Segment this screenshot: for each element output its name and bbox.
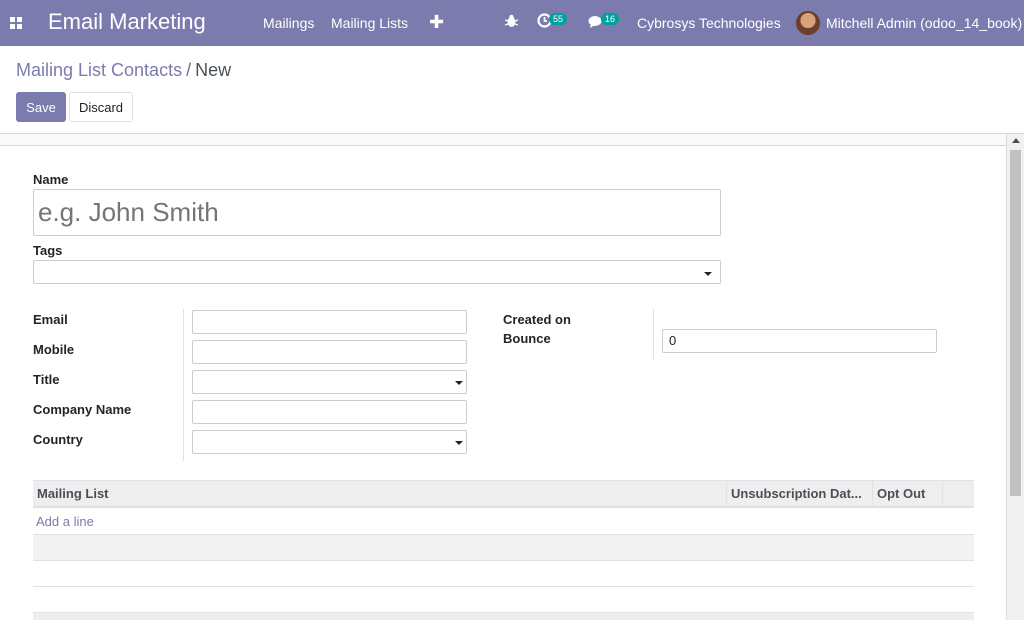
top-navbar: Email Marketing Mailings Mailing Lists ✚… — [0, 0, 1024, 46]
user-menu[interactable]: Mitchell Admin (odoo_14_book) — [826, 15, 1022, 31]
mobile-field[interactable] — [192, 340, 467, 364]
field-separator — [183, 309, 184, 461]
avatar[interactable] — [796, 11, 820, 35]
title-label: Title — [33, 372, 60, 387]
plus-icon[interactable]: ✚ — [429, 12, 444, 33]
email-field[interactable] — [192, 310, 467, 334]
company-name-field[interactable] — [192, 400, 467, 424]
discard-button[interactable]: Discard — [69, 92, 133, 122]
bounce-label: Bounce — [503, 331, 551, 346]
table-row — [33, 561, 974, 587]
chevron-down-icon[interactable] — [455, 441, 463, 445]
name-input[interactable] — [33, 189, 721, 236]
column-separator — [726, 481, 727, 507]
email-label: Email — [33, 312, 68, 327]
table-row — [33, 535, 974, 561]
menu-mailing-lists[interactable]: Mailing Lists — [331, 15, 408, 31]
mailing-list-table-header: Mailing List Unsubscription Dat... Opt O… — [33, 480, 974, 508]
country-select[interactable] — [192, 430, 467, 454]
scroll-thumb[interactable] — [1010, 150, 1021, 496]
menu-mailings[interactable]: Mailings — [263, 15, 314, 31]
column-opt-out[interactable]: Opt Out — [877, 486, 925, 501]
breadcrumb: Mailing List Contacts / New — [16, 60, 231, 81]
breadcrumb-separator: / — [186, 60, 192, 80]
breadcrumb-parent[interactable]: Mailing List Contacts — [16, 60, 182, 80]
message-badge: 16 — [601, 13, 620, 25]
breadcrumb-current: New — [195, 60, 232, 80]
column-unsubscription-date[interactable]: Unsubscription Dat... — [731, 486, 862, 501]
app-title[interactable]: Email Marketing — [48, 9, 206, 35]
mobile-label: Mobile — [33, 342, 75, 357]
chevron-down-icon[interactable] — [455, 381, 463, 385]
save-button[interactable]: Save — [16, 92, 66, 122]
bug-icon[interactable] — [505, 14, 518, 28]
column-separator — [872, 481, 873, 507]
table-row — [33, 587, 974, 613]
tags-label: Tags — [33, 243, 63, 258]
scrollbar[interactable] — [1006, 134, 1024, 620]
table-row — [33, 509, 974, 535]
country-label: Country — [33, 432, 83, 447]
company-switcher[interactable]: Cybrosys Technologies — [637, 15, 781, 31]
add-line-link[interactable]: Add a line — [36, 514, 94, 529]
apps-grid-icon[interactable] — [10, 17, 22, 29]
company-name-label: Company Name — [33, 402, 132, 417]
table-footer — [33, 613, 974, 620]
created-on-label: Created on — [503, 312, 571, 327]
tags-input[interactable] — [33, 260, 721, 284]
field-separator — [653, 309, 654, 359]
column-separator — [942, 481, 943, 507]
chevron-down-icon[interactable] — [704, 272, 712, 276]
title-select[interactable] — [192, 370, 467, 394]
name-label: Name — [33, 172, 69, 187]
bounce-field[interactable]: 0 — [662, 329, 937, 353]
scroll-up-arrow-icon[interactable] — [1012, 138, 1020, 143]
activity-badge: 55 — [549, 13, 568, 25]
column-mailing-list[interactable]: Mailing List — [37, 486, 109, 501]
